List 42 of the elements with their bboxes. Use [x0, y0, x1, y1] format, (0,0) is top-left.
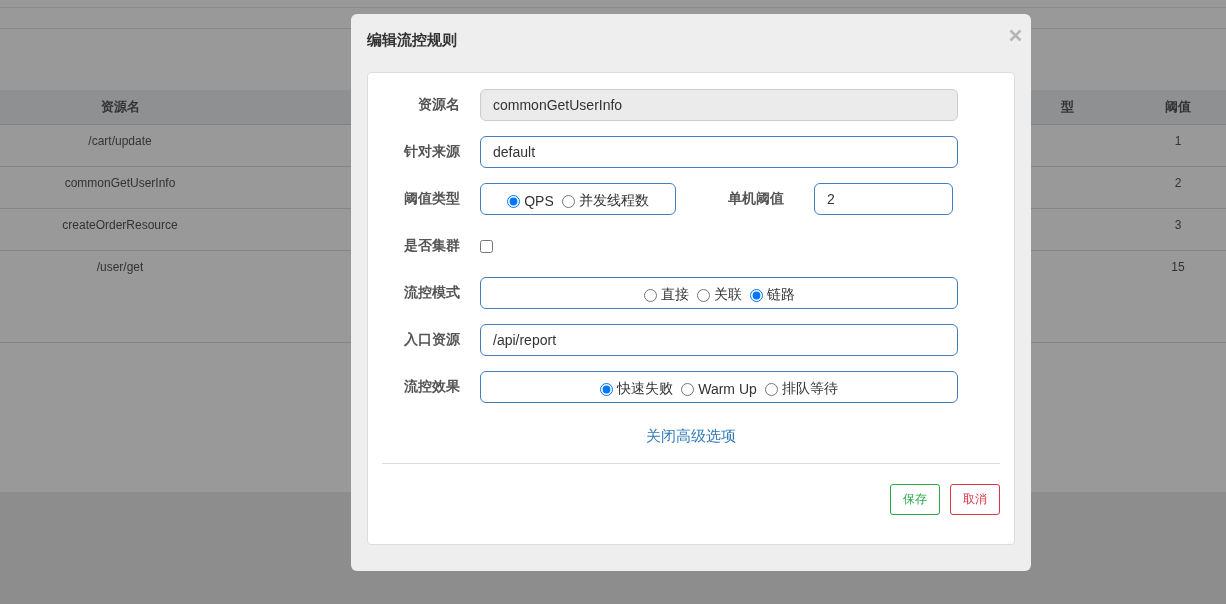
table-cell: /user/get — [96, 260, 144, 274]
table-cell: createOrderResource — [62, 218, 178, 232]
field-label: 单机阈值 — [728, 190, 784, 208]
radio-button[interactable] — [561, 194, 575, 208]
advanced-options-link[interactable]: 关闭高级选项 — [646, 427, 736, 459]
radio-button[interactable] — [696, 288, 710, 302]
field-label: 阈值类型 — [403, 190, 460, 208]
field-label: 入口资源 — [403, 331, 460, 349]
table-cell: commonGetUserInfo — [64, 176, 176, 190]
radio-button[interactable] — [507, 194, 521, 208]
column-header: 型 — [1061, 98, 1074, 116]
dialog-title: 编辑流控规则 — [367, 30, 457, 50]
input-field[interactable]: default — [480, 136, 958, 168]
radio-label[interactable]: 关联 — [713, 286, 742, 304]
table-cell: 3 — [1174, 218, 1182, 232]
field-label: 针对来源 — [402, 143, 460, 161]
field-label: 是否集群 — [403, 237, 460, 255]
table-cell: /cart/update — [88, 134, 152, 148]
radio-button[interactable] — [600, 382, 614, 396]
radio-label[interactable]: 链路 — [766, 286, 795, 304]
column-header: 阈值 — [1165, 98, 1191, 116]
radio-label[interactable]: 排队等待 — [781, 380, 838, 398]
field-label: 流控模式 — [403, 284, 460, 302]
column-header: 资源名 — [100, 98, 140, 116]
cancel-button[interactable]: 取消 — [950, 484, 1000, 515]
radio-label[interactable]: 直接 — [660, 286, 689, 304]
field-label: 流控效果 — [403, 378, 460, 396]
checkbox[interactable] — [480, 239, 493, 253]
radio-label[interactable]: 快速失败 — [617, 380, 674, 398]
table-cell: 1 — [1174, 134, 1182, 148]
field-label: 资源名 — [417, 96, 460, 114]
radio-button[interactable] — [749, 288, 763, 302]
input-field[interactable]: 2 — [814, 183, 953, 215]
radio-button[interactable] — [764, 382, 778, 396]
radio-button[interactable] — [643, 288, 657, 302]
radio-label[interactable]: 并发线程数 — [578, 192, 649, 210]
table-cell: 2 — [1174, 176, 1182, 190]
input-field[interactable]: /api/report — [480, 324, 958, 356]
radio-label[interactable]: Warm Up — [698, 381, 757, 397]
radio-button[interactable] — [681, 382, 695, 396]
table-cell: 15 — [1171, 260, 1185, 274]
radio-label[interactable]: QPS — [524, 193, 554, 209]
